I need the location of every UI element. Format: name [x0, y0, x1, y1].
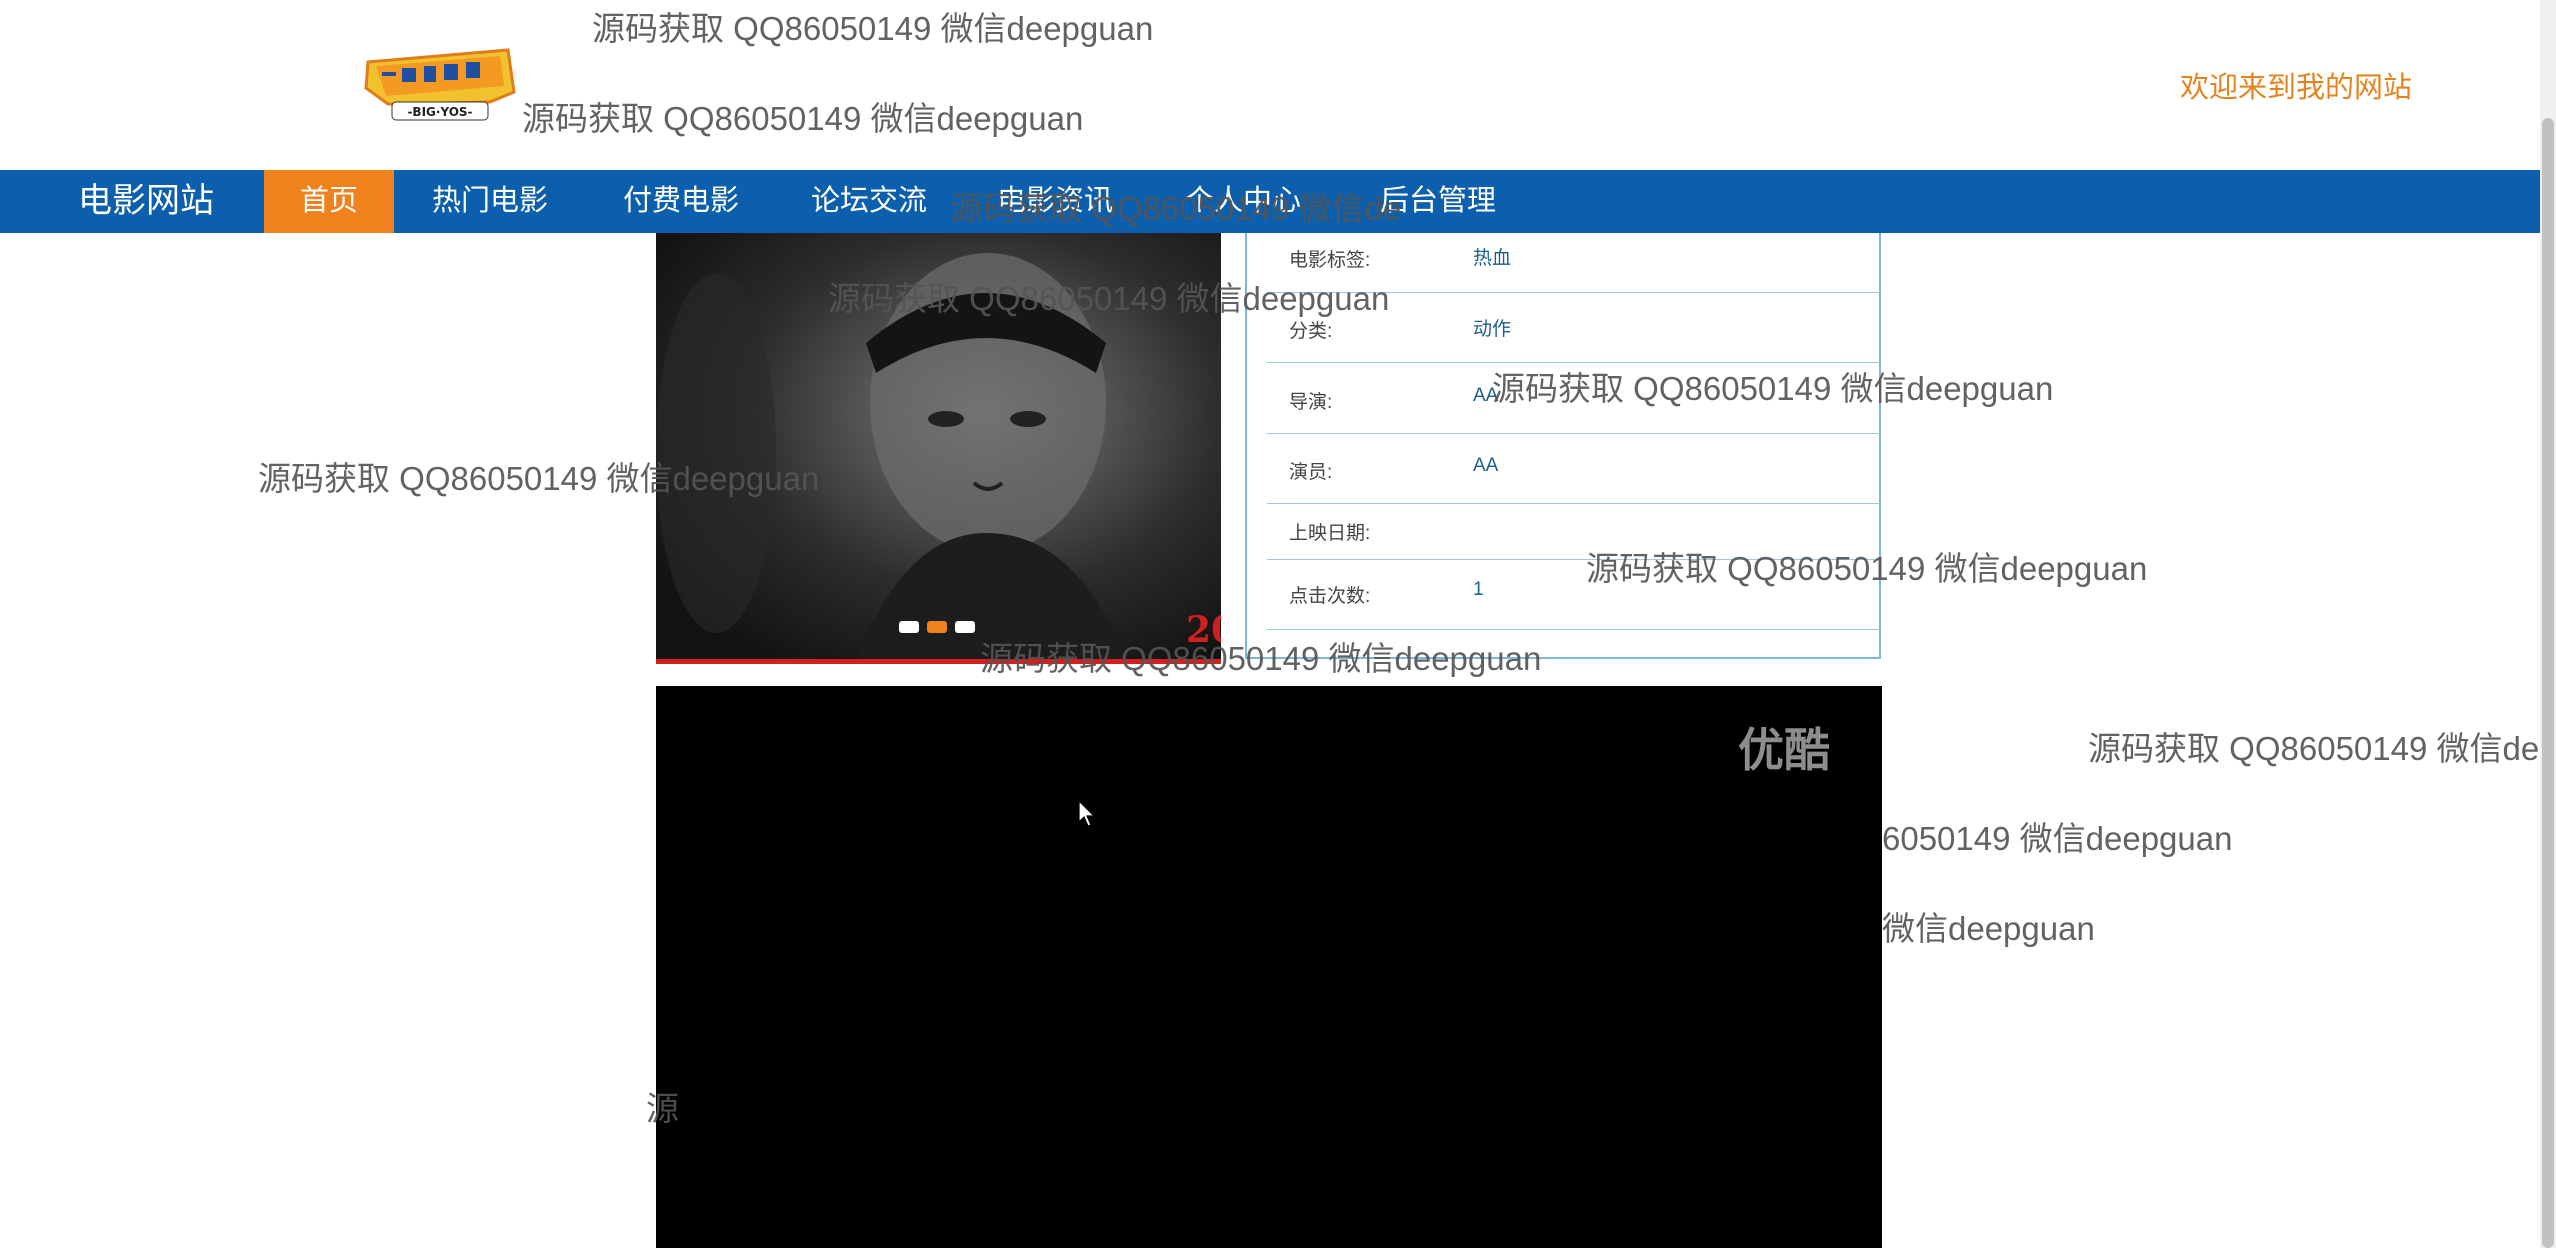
nav-item-forum[interactable]: 论坛交流	[776, 170, 962, 233]
info-value: AA	[1473, 455, 1499, 476]
info-value: 1	[1473, 579, 1484, 600]
info-label: 电影标签:	[1289, 250, 1371, 271]
carousel-dot[interactable]	[955, 621, 975, 633]
page-scrollbar[interactable]	[2540, 0, 2556, 1248]
carousel-dot-active[interactable]	[927, 621, 947, 633]
scrollbar-thumb[interactable]	[2542, 118, 2554, 1248]
info-label: 点击次数:	[1289, 586, 1371, 607]
watermark-text: 6050149 微信deepguan	[1882, 820, 2233, 857]
site-logo[interactable]: -BIG·YOS-	[358, 44, 522, 130]
youku-logo: 优酷	[1738, 723, 1830, 777]
info-value: 动作	[1473, 319, 1512, 340]
movie-info-panel: 电影标签: 热血 分类: 动作 导演: AA 演员: AA 上映日期: 点击次数…	[1245, 233, 1881, 659]
welcome-text: 欢迎来到我的网站	[2180, 72, 2413, 104]
info-row-release-date: 上映日期:	[1267, 503, 1881, 560]
top-header: -BIG·YOS- 欢迎来到我的网站	[0, 0, 2540, 170]
nav-brand[interactable]: 电影网站	[78, 170, 214, 233]
main-nav: 电影网站 首页 热门电影 付费电影 论坛交流 电影资讯 个人中心 后台管理	[0, 170, 2540, 233]
nav-item-user-center[interactable]: 个人中心	[1148, 170, 1338, 233]
info-row-tag: 电影标签: 热血	[1267, 233, 1881, 293]
nav-item-admin[interactable]: 后台管理	[1338, 170, 1538, 233]
nav-item-movie-news[interactable]: 电影资讯	[962, 170, 1148, 233]
mouse-cursor-icon	[1078, 800, 1096, 827]
movie-poster-carousel[interactable]: 20	[656, 233, 1221, 664]
info-label: 上映日期:	[1289, 523, 1371, 544]
info-value: AA	[1473, 385, 1499, 406]
nav-item-hot-movies[interactable]: 热门电影	[395, 170, 585, 233]
video-player[interactable]: 优酷	[656, 686, 1882, 1248]
info-row-click-count: 点击次数: 1	[1267, 559, 1881, 630]
watermark-text: 微信deepguan	[1882, 910, 2095, 947]
svg-text:-BIG·YOS-: -BIG·YOS-	[407, 105, 472, 119]
carousel-indicators	[899, 621, 975, 633]
nav-item-home[interactable]: 首页	[264, 170, 394, 233]
info-label: 演员:	[1289, 462, 1333, 483]
poster-image	[656, 253, 1126, 659]
poster-year-text: 20	[1186, 609, 1221, 651]
nav-item-paid-movies[interactable]: 付费电影	[586, 170, 776, 233]
info-value: 热血	[1473, 248, 1512, 269]
watermark-text: 源码获取 QQ86050149 微信deep	[2088, 730, 2556, 767]
info-row-actors: 演员: AA	[1267, 433, 1881, 504]
info-label: 分类:	[1289, 321, 1333, 342]
info-row-category: 分类: 动作	[1267, 292, 1881, 363]
carousel-dot[interactable]	[899, 621, 919, 633]
info-label: 导演:	[1289, 392, 1333, 413]
info-row-director: 导演: AA	[1267, 362, 1881, 434]
